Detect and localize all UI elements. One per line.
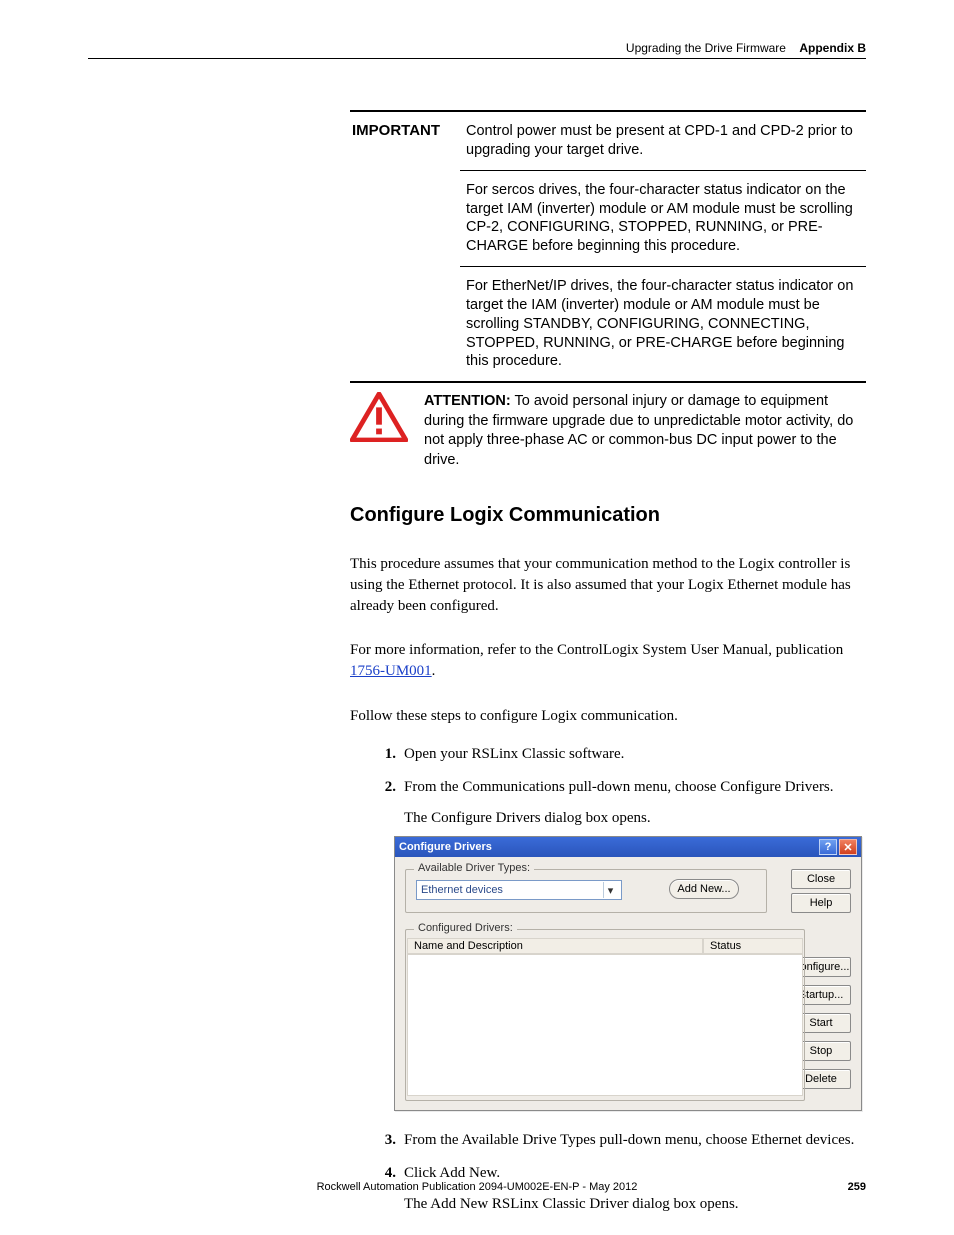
step-list: 3. From the Available Drive Types pull-d…	[378, 1130, 866, 1227]
step-number: 2.	[378, 777, 404, 829]
driver-type-dropdown[interactable]: Ethernet devices ▾	[416, 880, 622, 900]
step-item: 2. From the Communications pull-down men…	[378, 777, 866, 829]
add-new-button[interactable]: Add New...	[669, 879, 739, 899]
chevron-down-icon: ▾	[603, 882, 617, 898]
attention-text: ATTENTION: To avoid personal injury or d…	[424, 392, 866, 470]
section-heading: Configure Logix Communication	[350, 504, 660, 527]
configured-drivers-list[interactable]	[407, 954, 803, 1096]
step-list: 1. Open your RSLinx Classic software. 2.…	[378, 744, 866, 841]
attention-block: ATTENTION: To avoid personal injury or d…	[350, 392, 866, 470]
attention-label: ATTENTION:	[424, 393, 511, 409]
step-subtext: The Configure Drivers dialog box opens.	[404, 808, 866, 829]
group-legend: Configured Drivers:	[414, 922, 517, 934]
paragraph: This procedure assumes that your communi…	[350, 554, 866, 617]
important-cell: For EtherNet/IP drives, the four-charact…	[460, 266, 866, 381]
publication-link[interactable]: 1756-UM001	[350, 663, 432, 679]
paragraph: For more information, refer to the Contr…	[350, 640, 866, 682]
dialog-titlebar: Configure Drivers ? ✕	[395, 837, 861, 857]
page-header-rule: Upgrading the Drive Firmware Appendix B	[88, 58, 866, 59]
column-name-description: Name and Description	[407, 938, 703, 954]
step-subtext: The Add New RSLinx Classic Driver dialog…	[404, 1194, 866, 1215]
paragraph: Follow these steps to configure Logix co…	[350, 706, 866, 727]
paragraph-text: .	[432, 663, 436, 679]
dialog-help-button[interactable]: ?	[819, 839, 837, 855]
close-button[interactable]: Close	[791, 869, 851, 889]
step-text: Open your RSLinx Classic software.	[404, 744, 866, 765]
header-section-title: Upgrading the Drive Firmware	[626, 41, 786, 55]
dialog-title: Configure Drivers	[399, 841, 817, 853]
paragraph-text: For more information, refer to the Contr…	[350, 642, 843, 658]
step-item: 1. Open your RSLinx Classic software.	[378, 744, 866, 765]
dropdown-value: Ethernet devices	[421, 884, 603, 896]
important-cell: Control power must be present at CPD-1 a…	[460, 112, 866, 170]
configured-drivers-group: Configured Drivers: Name and Description…	[405, 929, 805, 1101]
page-footer: Rockwell Automation Publication 2094-UM0…	[88, 1181, 866, 1193]
warning-triangle-icon	[350, 392, 408, 442]
configure-drivers-dialog: Configure Drivers ? ✕ Available Driver T…	[394, 836, 862, 1111]
configured-drivers-header: Name and Description Status	[407, 938, 803, 954]
page: Upgrading the Drive Firmware Appendix B …	[0, 0, 954, 1235]
important-label: IMPORTANT	[350, 112, 460, 381]
header-appendix: Appendix B	[799, 41, 866, 55]
column-status: Status	[703, 938, 803, 954]
step-text-line: Click Add New.	[404, 1165, 500, 1181]
step-text-line: From the Communications pull-down menu, …	[404, 779, 834, 795]
group-legend: Available Driver Types:	[414, 862, 534, 874]
help-button[interactable]: Help	[791, 893, 851, 913]
footer-publication: Rockwell Automation Publication 2094-UM0…	[88, 1181, 866, 1193]
step-text: From the Communications pull-down menu, …	[404, 777, 866, 829]
page-header-text: Upgrading the Drive Firmware Appendix B	[626, 41, 866, 55]
important-block: IMPORTANT Control power must be present …	[350, 110, 866, 383]
step-number: 3.	[378, 1130, 404, 1151]
step-item: 3. From the Available Drive Types pull-d…	[378, 1130, 866, 1151]
step-number: 1.	[378, 744, 404, 765]
step-text: From the Available Drive Types pull-down…	[404, 1130, 866, 1151]
dialog-close-button[interactable]: ✕	[839, 839, 857, 855]
important-cell: For sercos drives, the four-character st…	[460, 170, 866, 266]
